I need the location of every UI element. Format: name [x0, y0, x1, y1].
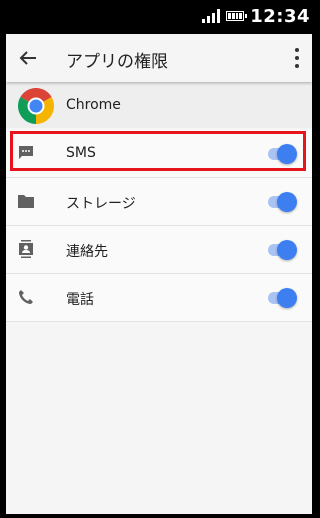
permission-row-contacts[interactable]: 連絡先 — [6, 226, 312, 274]
battery-icon — [226, 11, 248, 21]
permission-toggle-storage[interactable] — [266, 192, 297, 212]
page-title: アプリの権限 — [66, 52, 168, 72]
permission-toggle-contacts[interactable] — [266, 240, 297, 260]
permission-label: SMS — [66, 145, 96, 161]
toolbar: アプリの権限 — [6, 34, 312, 82]
chrome-logo-icon — [18, 88, 54, 124]
phone-icon — [16, 287, 36, 307]
highlight-box — [10, 131, 306, 171]
app-name: Chrome — [66, 97, 121, 113]
status-time: 12:34 — [250, 5, 310, 27]
app-header: Chrome — [6, 84, 312, 128]
contacts-icon — [16, 239, 36, 259]
permission-label: 電話 — [66, 292, 94, 308]
permission-row-storage[interactable]: ストレージ — [6, 178, 312, 226]
folder-icon — [16, 191, 36, 211]
permission-toggle-phone[interactable] — [266, 288, 297, 308]
arrow-back-icon[interactable] — [14, 46, 42, 70]
more-vert-icon[interactable] — [292, 48, 302, 68]
permission-row-phone[interactable]: 電話 — [6, 274, 312, 322]
permission-row-sms[interactable]: SMS — [6, 130, 312, 178]
permission-list: SMS ストレージ 連絡先 電話 — [6, 130, 312, 322]
permission-label: 連絡先 — [66, 244, 108, 260]
message-icon — [16, 143, 36, 163]
status-icons: 12:34 — [202, 4, 310, 28]
app-permissions-screen: アプリの権限 Chrome SMS ストレージ 連絡先 電話 — [6, 34, 312, 514]
signal-icon — [202, 9, 221, 23]
status-bar: 12:34 — [0, 0, 318, 32]
permission-toggle-sms[interactable] — [266, 144, 297, 164]
permission-label: ストレージ — [66, 196, 136, 212]
